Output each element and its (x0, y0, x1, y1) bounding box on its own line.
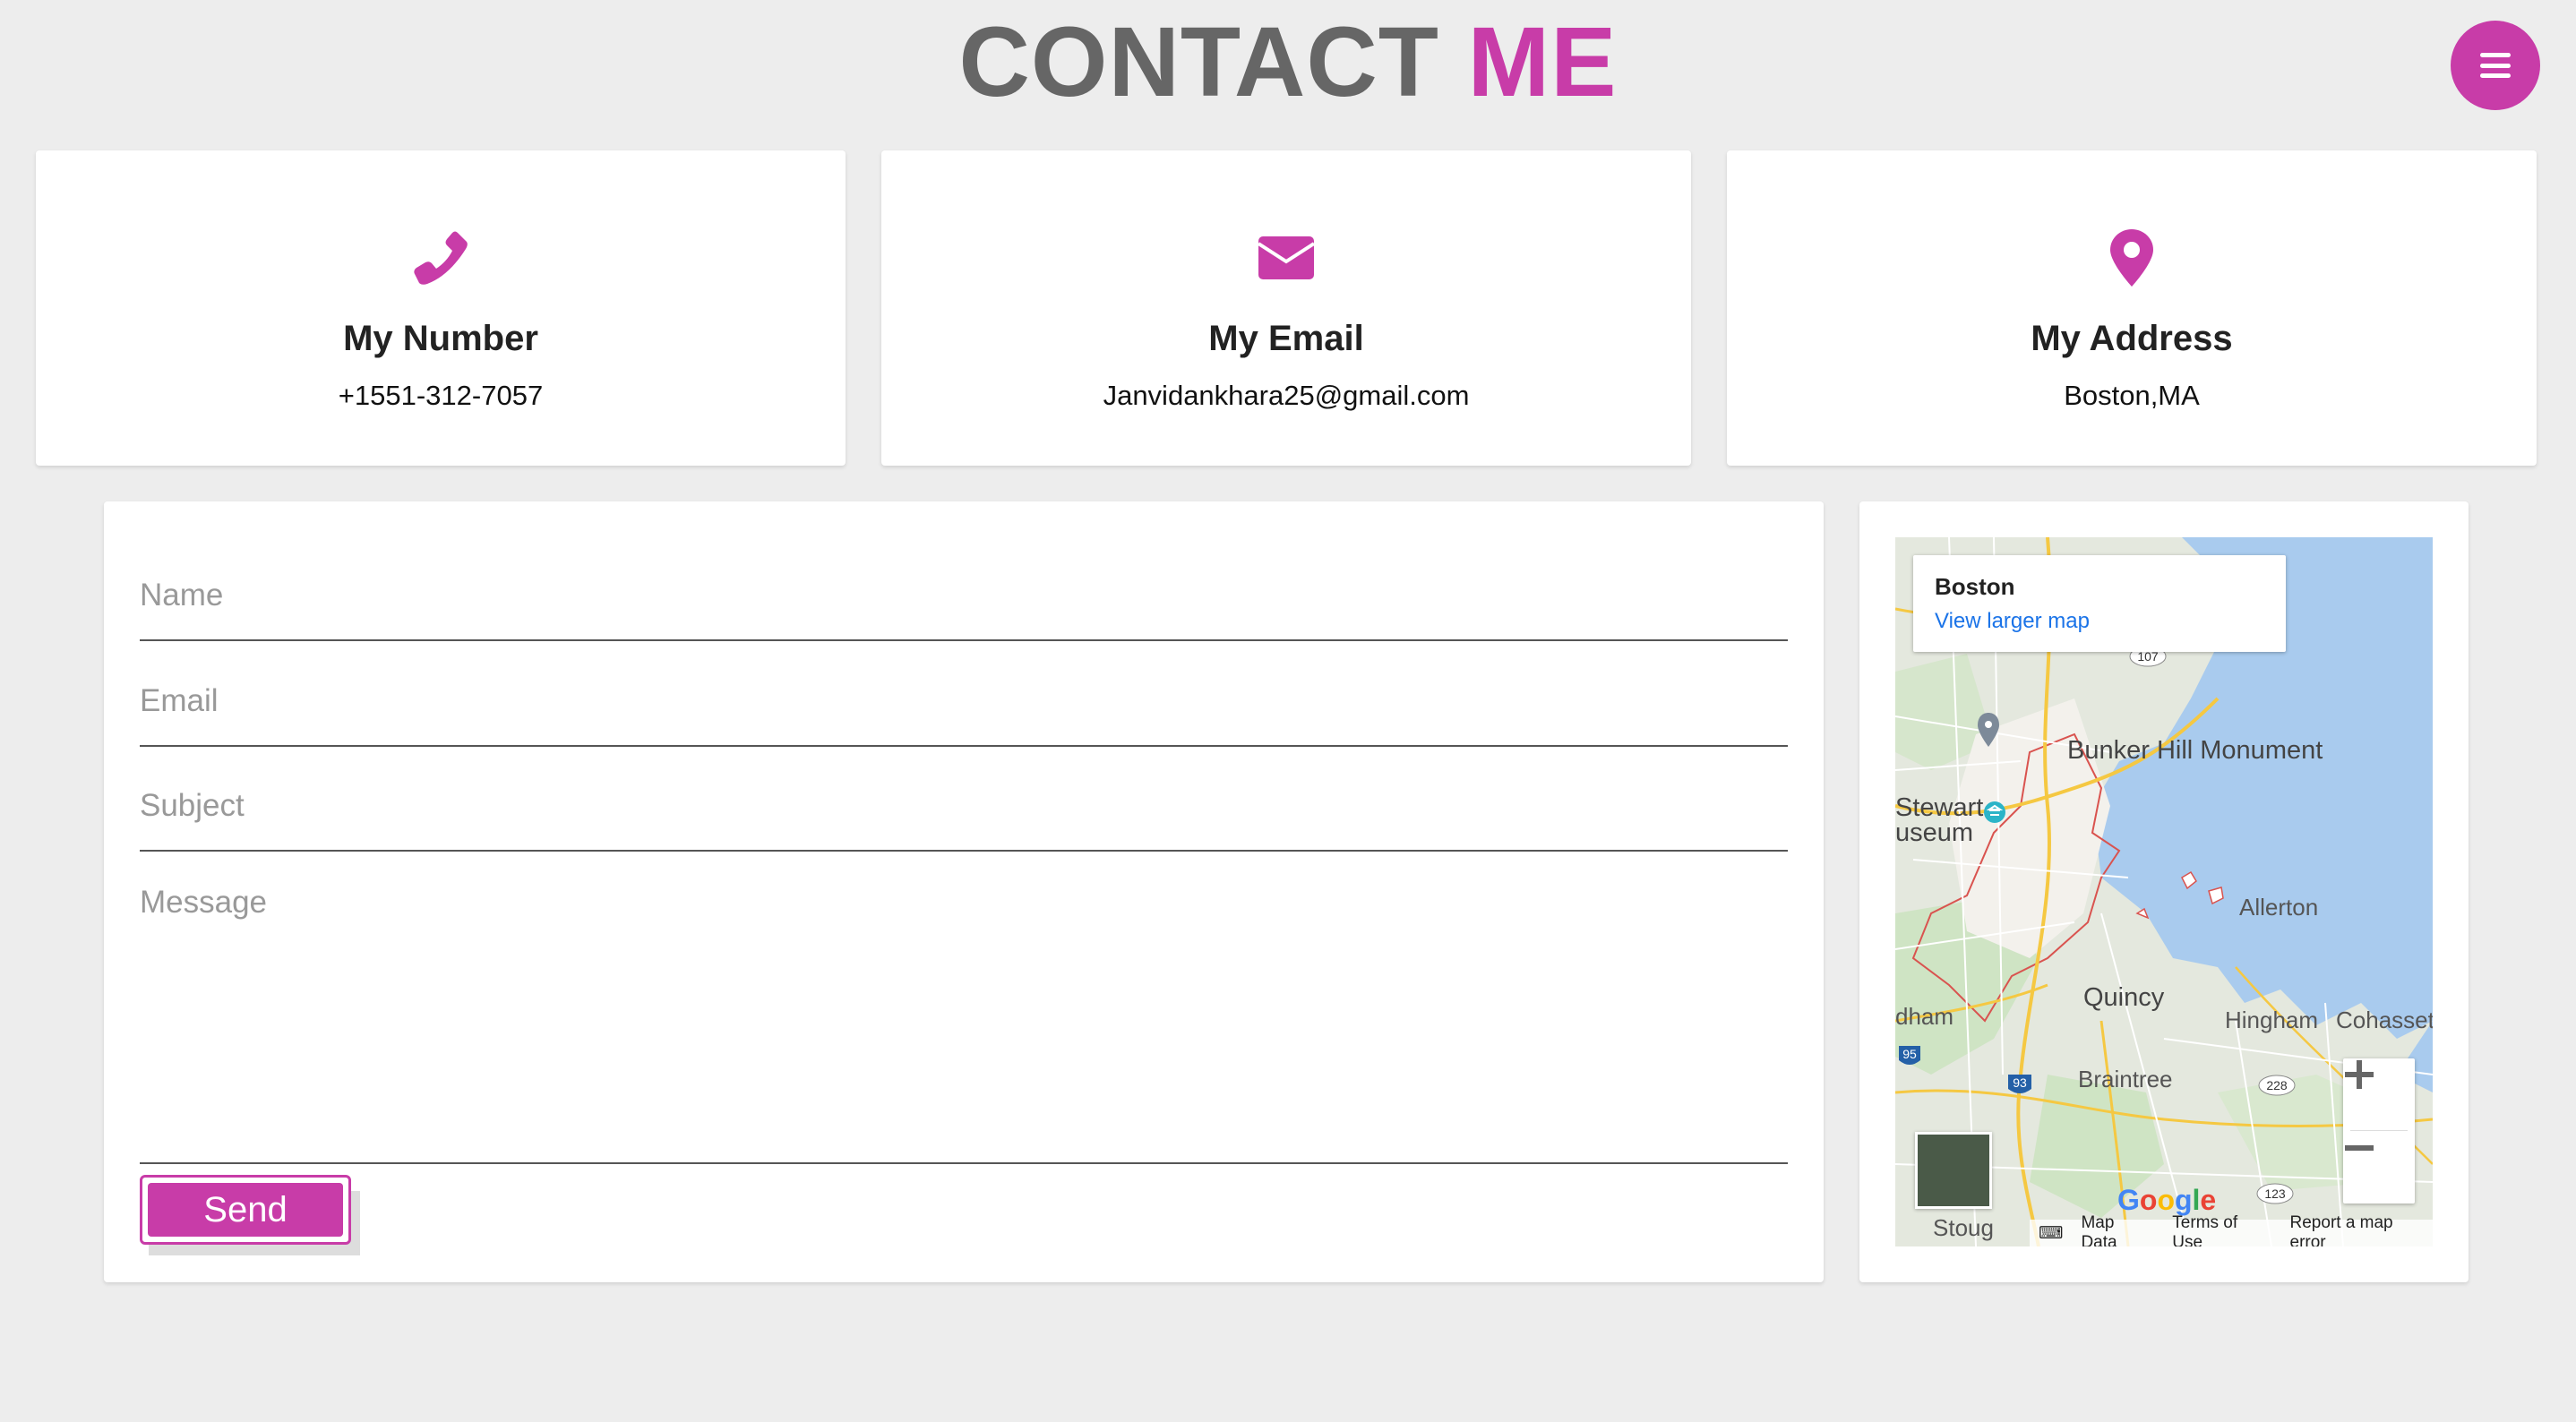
map-label-allerton: Allerton (2239, 894, 2319, 921)
hamburger-menu-button[interactable] (2451, 21, 2540, 110)
map-info-window: Boston View larger map (1913, 555, 2286, 652)
report-map-error-link[interactable]: Report a map error (2290, 1213, 2433, 1246)
contact-card-address: My Address Boston,MA (1727, 150, 2537, 466)
phone-icon (36, 229, 846, 292)
message-textarea[interactable] (140, 885, 1788, 1164)
map-pin-icon (1727, 229, 2537, 292)
send-button-wrap: Send (140, 1175, 360, 1255)
map-panel: 95 93 228 123 107 Boston View larger map… (1859, 501, 2469, 1282)
card-title: My Number (343, 319, 538, 358)
route-228-label: 228 (2266, 1078, 2288, 1092)
address-value: Boston,MA (2064, 380, 2200, 411)
route-93-label: 93 (2013, 1075, 2027, 1090)
name-input[interactable] (140, 570, 1788, 641)
envelope-icon (881, 229, 1691, 292)
google-map[interactable]: 95 93 228 123 107 Boston View larger map… (1895, 537, 2433, 1246)
map-label-quincy: Quincy (2083, 983, 2165, 1012)
map-place-name: Boston (1935, 573, 2015, 600)
send-button-label: Send (148, 1183, 343, 1237)
route-123-label: 123 (2264, 1186, 2286, 1201)
send-button[interactable]: Send (140, 1175, 351, 1245)
view-larger-map-link[interactable]: View larger map (1935, 609, 2090, 634)
terms-of-use-link[interactable]: Terms of Use (2172, 1213, 2271, 1246)
page-title-main: CONTACT (958, 7, 1439, 117)
google-logo: Google (2117, 1184, 2217, 1216)
page-title: CONTACT ME (0, 7, 2576, 118)
map-data-link[interactable]: Map Data (2081, 1213, 2154, 1246)
map-label-dham: dham (1895, 1003, 1954, 1030)
map-attribution: ⌨ Map Data Terms of Use Report a map err… (2030, 1213, 2433, 1246)
email-input[interactable] (140, 675, 1788, 747)
subject-input[interactable] (140, 780, 1788, 852)
plus-icon (2345, 1060, 2374, 1089)
card-title: My Address (2031, 319, 2233, 358)
contact-card-number: My Number +1551-312-7057 (36, 150, 846, 466)
map-label-stoug: Stoug (1933, 1214, 1994, 1241)
minus-icon (2345, 1145, 2374, 1151)
map-label-hingham: Hingham (2225, 1007, 2319, 1033)
map-label-braintree: Braintree (2078, 1066, 2173, 1092)
zoom-control (2343, 1058, 2415, 1204)
card-title: My Email (1208, 319, 1364, 358)
zoom-out-button[interactable] (2343, 1132, 2415, 1204)
route-95-label: 95 (1902, 1047, 1917, 1061)
page-title-accent: ME (1467, 7, 1618, 117)
phone-number: +1551-312-7057 (338, 380, 544, 411)
email-address: Janvidankhara25@gmail.com (1103, 380, 1470, 411)
zoom-in-button[interactable] (2343, 1058, 2415, 1130)
map-label-cohasset: Cohasset (2336, 1007, 2433, 1033)
contact-form: Send (104, 501, 1824, 1282)
hamburger-menu-icon (2480, 53, 2511, 78)
contact-card-email: My Email Janvidankhara25@gmail.com (881, 150, 1691, 466)
keyboard-shortcuts-icon[interactable]: ⌨ (2039, 1223, 2063, 1244)
map-label-museum: useum (1895, 818, 1974, 847)
satellite-toggle-button[interactable] (1915, 1132, 1992, 1209)
map-label-bunker-hill: Bunker Hill Monument (2067, 736, 2323, 765)
